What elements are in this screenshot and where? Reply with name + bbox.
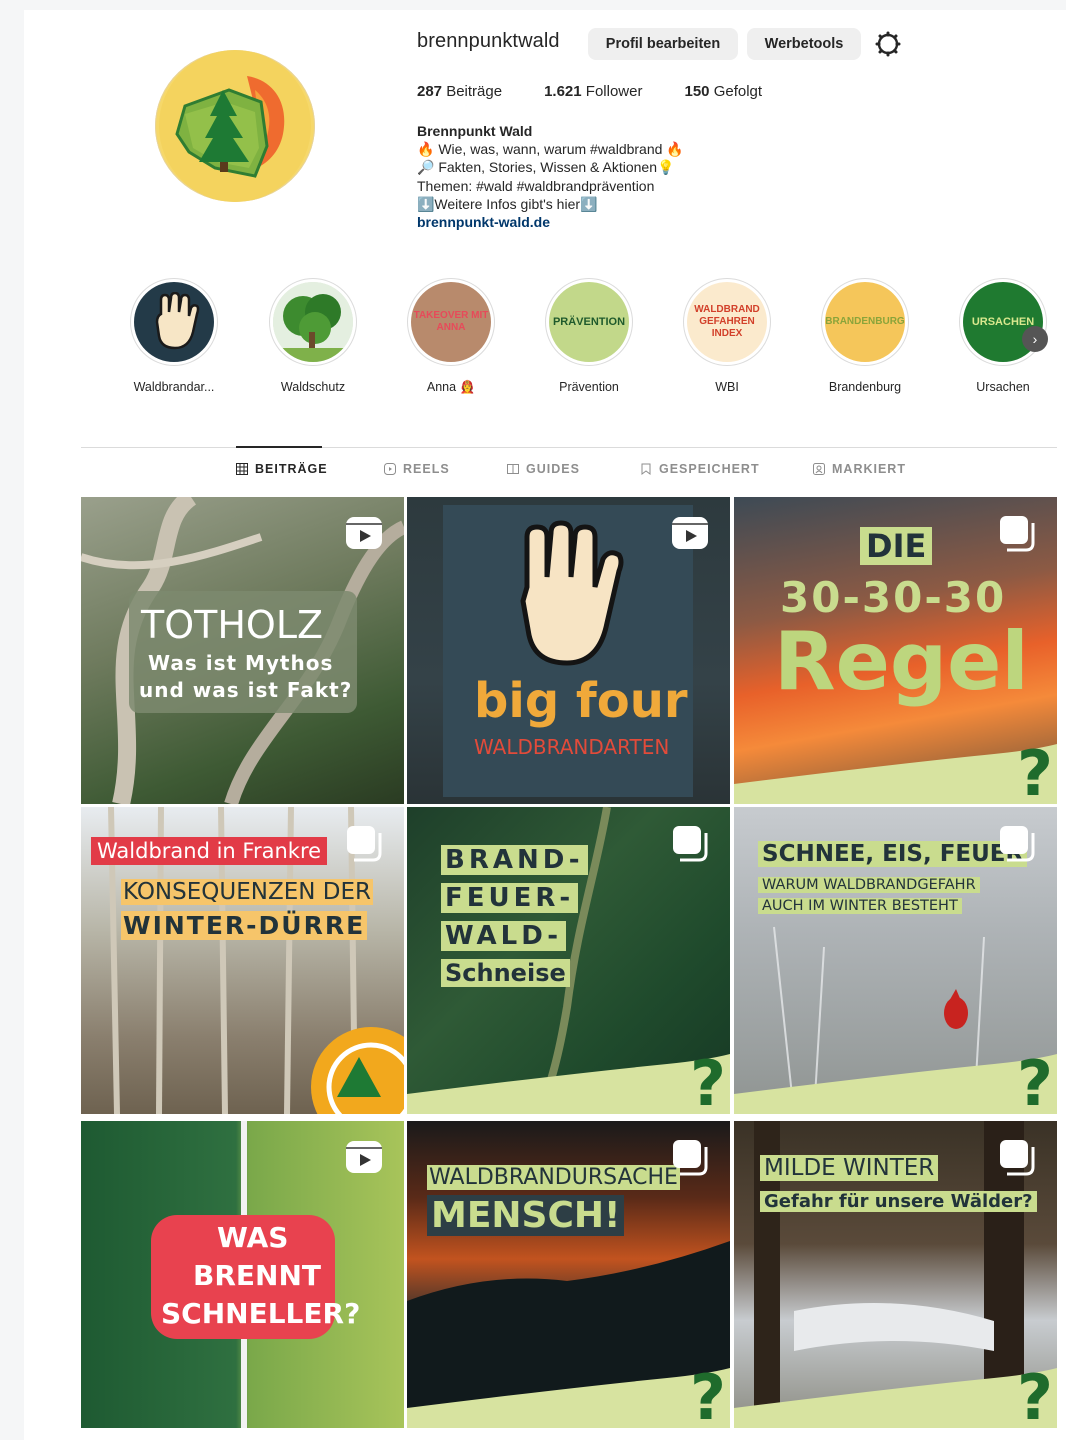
question-mark-logo: ? <box>1017 737 1053 804</box>
tabs-divider <box>81 447 1057 448</box>
carousel-icon <box>673 826 708 862</box>
tab-reels[interactable]: REELS <box>384 462 450 476</box>
post-tile[interactable]: WAS BRENNT SCHNELLER? <box>81 1121 404 1428</box>
bookmark-icon <box>641 463 651 475</box>
reel-icon <box>346 517 382 549</box>
profile-username: brennpunktwald <box>417 30 560 52</box>
bio-name: Brennpunkt Wald <box>417 123 533 139</box>
hill-shape <box>734 1368 1057 1428</box>
post-word: SCHNELLER? <box>161 1297 361 1330</box>
profile-page: brennpunktwald Profil bearbeiten Werbeto… <box>24 10 1066 1440</box>
post-tile[interactable]: TOTHOLZ Was ist Mythos und was ist Fakt? <box>81 497 404 804</box>
profile-stats: 287 Beiträge 1.621 Follower 150 Gefolgt <box>417 83 804 100</box>
post-word: WAS <box>217 1221 289 1254</box>
post-subtitle: WINTER-DÜRRE <box>121 911 368 940</box>
tab-tagged[interactable]: MARKIERT <box>813 462 906 476</box>
followers-count[interactable]: 1.621 Follower <box>544 83 642 100</box>
edit-profile-button[interactable]: Profil bearbeiten <box>588 28 738 60</box>
post-tile[interactable]: SCHNEE, EIS, FEUER WARUM WALDBRANDGEFAHR… <box>734 807 1057 1114</box>
highlights-next-arrow-icon[interactable]: › <box>1022 326 1048 352</box>
post-subtitle: Gefahr für unsere Wälder? <box>760 1191 1037 1212</box>
post-title: DIE <box>860 527 933 565</box>
post-tile[interactable]: big four WALDBRANDARTEN <box>407 497 730 804</box>
post-tile[interactable]: Waldbrand in Frankre KONSEQUENZEN DER WI… <box>81 807 404 1114</box>
highlight-anna[interactable]: TAKEOVER MIT ANNA Anna 👩‍🚒 <box>391 278 511 395</box>
highlight-cover: WALDBRAND GEFAHREN INDEX <box>687 282 767 362</box>
highlight-cover: PRÄVENTION <box>549 282 629 362</box>
profile-tabs: BEITRÄGE REELS GUIDES GESPEICHERT MARKIE… <box>81 462 1057 486</box>
posts-count: 287 Beiträge <box>417 83 503 100</box>
highlight-wbi[interactable]: WALDBRAND GEFAHREN INDEX WBI <box>667 278 787 394</box>
bio-website-link[interactable]: brennpunkt-wald.de <box>417 213 684 231</box>
tab-saved[interactable]: GESPEICHERT <box>640 462 760 476</box>
bio-line: 🔥 Wie, was, wann, warum #waldbrand 🔥 <box>417 141 684 158</box>
tagged-icon <box>813 463 825 475</box>
post-title: TOTHOLZ <box>141 603 324 647</box>
carousel-icon <box>673 1140 708 1176</box>
following-count[interactable]: 150 Gefolgt <box>684 83 762 100</box>
reel-icon <box>672 517 708 549</box>
tab-posts[interactable]: BEITRÄGE <box>236 462 328 476</box>
ad-tools-button[interactable]: Werbetools <box>747 28 861 60</box>
carousel-icon <box>1000 516 1035 552</box>
post-title: Waldbrand in Frankre <box>91 837 328 865</box>
grid-icon <box>236 463 248 475</box>
reels-icon <box>384 463 396 475</box>
post-word: BRAND- <box>441 845 588 875</box>
post-subtitle: KONSEQUENZEN DER <box>121 879 373 905</box>
story-highlights: Waldbrandar... Waldschutz TAKEOVER MIT A… <box>114 278 1054 398</box>
hand-icon <box>134 282 214 362</box>
post-title: big four <box>474 673 688 729</box>
highlight-praevention[interactable]: PRÄVENTION Prävention <box>529 278 649 394</box>
hill-shape <box>734 744 1057 804</box>
highlight-cover: TAKEOVER MIT ANNA <box>411 282 491 362</box>
profile-avatar[interactable] <box>155 50 315 202</box>
post-word: Schneise <box>441 959 570 987</box>
bio-line: ⬇️Weitere Infos gibt's hier⬇️ <box>417 195 598 212</box>
post-subtitle: Was ist Mythos <box>148 651 334 675</box>
hill-shape <box>407 1054 730 1114</box>
post-tile[interactable]: BRAND- FEUER- WALD- Schneise ? <box>407 807 730 1114</box>
highlight-waldschutz[interactable]: Waldschutz <box>253 278 373 394</box>
guides-icon <box>507 464 519 474</box>
post-word: WALD- <box>441 921 567 951</box>
post-subtitle: und was ist Fakt? <box>139 678 353 702</box>
bio-line: 🔎 Fakten, Stories, Wissen & Aktionen💡 <box>417 159 675 176</box>
post-tile[interactable]: MILDE WINTER Gefahr für unsere Wälder? ? <box>734 1121 1057 1428</box>
post-word: BRENNT <box>193 1259 321 1292</box>
post-title: MILDE WINTER <box>760 1155 939 1181</box>
reel-icon <box>346 1141 382 1173</box>
bio-line: Themen: #wald #waldbrandprävention <box>417 177 655 194</box>
question-mark-logo: ? <box>690 1361 726 1428</box>
post-subtitle: WALDBRANDARTEN <box>474 735 670 759</box>
post-word: FEUER- <box>441 883 579 913</box>
profile-bio: Brennpunkt Wald 🔥 Wie, was, wann, warum … <box>417 122 684 231</box>
post-tile[interactable]: DIE 30-30-30 Regel ? <box>734 497 1057 804</box>
carousel-icon <box>1000 1140 1035 1176</box>
question-mark-logo: ? <box>1017 1361 1053 1428</box>
post-subtitle: MENSCH! <box>427 1195 625 1236</box>
highlight-waldbrandarten[interactable]: Waldbrandar... <box>114 278 234 394</box>
settings-gear-icon[interactable] <box>875 31 901 57</box>
hill-shape <box>407 1368 730 1428</box>
highlight-cover: BRANDENBURG <box>825 282 905 362</box>
post-subtitle: Regel <box>774 615 1029 708</box>
hill-shape <box>734 1054 1057 1114</box>
post-title: SCHNEE, EIS, FEUER <box>758 841 1028 867</box>
post-subtitle: AUCH IM WINTER BESTEHT <box>758 898 962 914</box>
tab-guides[interactable]: GUIDES <box>507 462 580 476</box>
post-tile[interactable]: WALDBRANDURSACHE MENSCH! ? <box>407 1121 730 1428</box>
carousel-icon <box>1000 826 1035 862</box>
active-tab-indicator <box>236 446 322 448</box>
trees-icon <box>273 282 353 362</box>
question-mark-logo: ? <box>690 1047 726 1114</box>
carousel-icon <box>347 826 382 862</box>
post-subtitle: WARUM WALDBRANDGEFAHR <box>758 877 980 893</box>
highlight-brandenburg[interactable]: BRANDENBURG Brandenburg <box>805 278 925 394</box>
post-title: WALDBRANDURSACHE <box>427 1165 680 1190</box>
question-mark-logo: ? <box>1017 1047 1053 1114</box>
